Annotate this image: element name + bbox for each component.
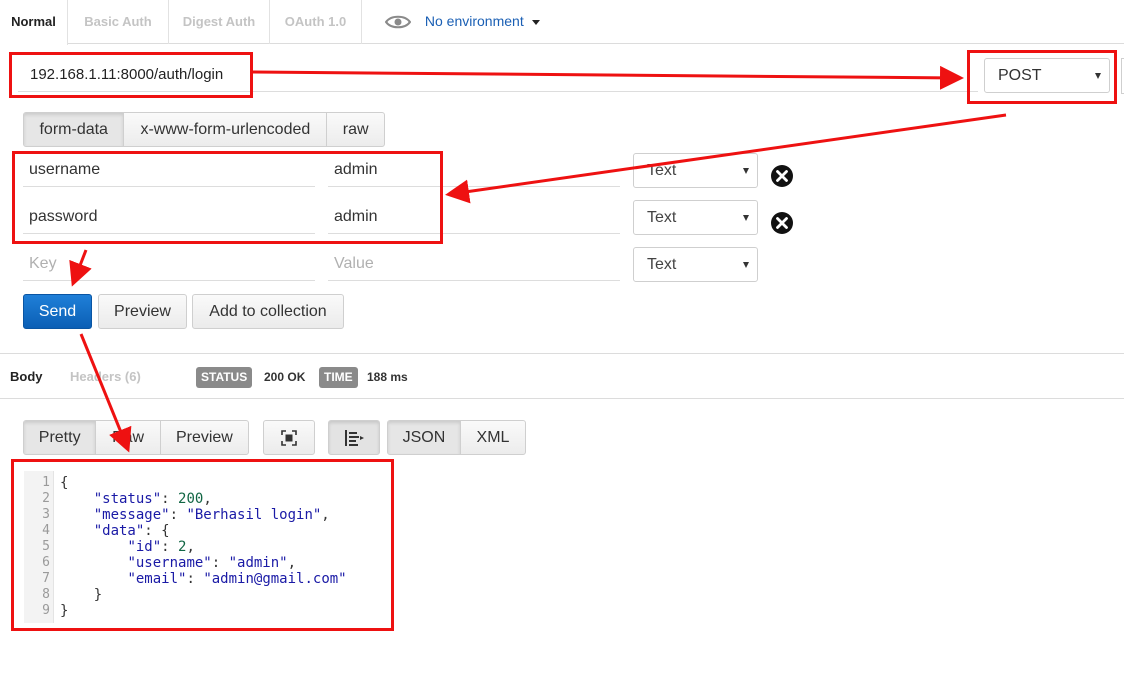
- arrow-url-to-method: [252, 65, 964, 90]
- arrow-send-to-response: [79, 333, 132, 453]
- arrow-params-to-send: [69, 249, 92, 287]
- annotation-arrows: [69, 65, 1007, 453]
- arrow-method-to-params: [445, 113, 1007, 204]
